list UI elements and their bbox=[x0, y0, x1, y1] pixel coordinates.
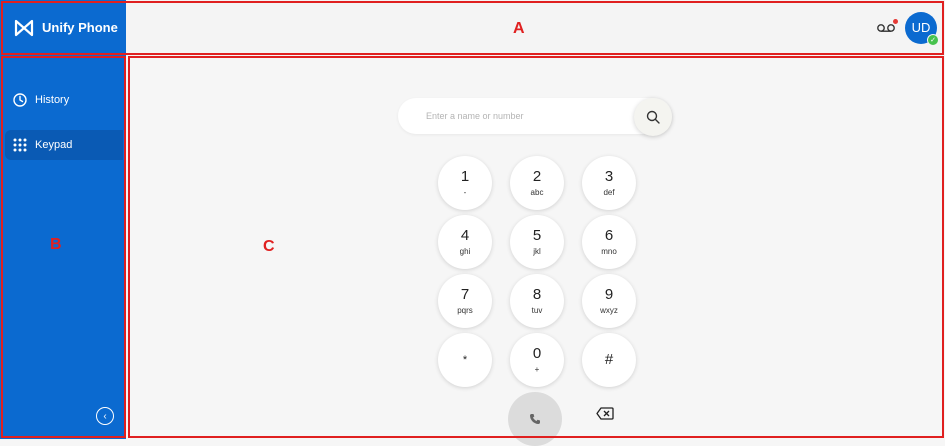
key-0[interactable]: 0 + bbox=[510, 333, 564, 387]
key-letters: def bbox=[603, 188, 615, 197]
key-digit: 9 bbox=[604, 286, 614, 303]
key-6[interactable]: 6 mno bbox=[582, 215, 636, 269]
call-button[interactable] bbox=[508, 392, 562, 446]
key-letters: mno bbox=[601, 247, 617, 256]
key-star[interactable]: * bbox=[438, 333, 492, 387]
key-letters: + bbox=[534, 365, 540, 374]
brand[interactable]: Unify Phone bbox=[0, 0, 126, 55]
key-4[interactable]: 4 ghi bbox=[438, 215, 492, 269]
sidebar-item-label: Keypad bbox=[35, 139, 73, 151]
main-content: 1 - 2 abc 3 def 4 ghi 5 jkl 6 mno 7 pqrs… bbox=[126, 55, 945, 446]
annotation-label-a: A bbox=[513, 20, 525, 37]
key-letters: pqrs bbox=[457, 306, 473, 315]
key-7[interactable]: 7 pqrs bbox=[438, 274, 492, 328]
key-digit: # bbox=[604, 351, 614, 368]
notification-dot bbox=[893, 18, 898, 24]
sidebar-item-history[interactable]: History bbox=[5, 85, 123, 115]
avatar[interactable]: UD ✓ bbox=[905, 11, 939, 46]
key-digit: 2 bbox=[532, 168, 542, 185]
dialpad-icon bbox=[13, 138, 27, 152]
search-button[interactable] bbox=[634, 98, 672, 136]
key-digit: 1 bbox=[460, 168, 470, 185]
presence-check-icon: ✓ bbox=[927, 33, 939, 46]
key-digit: 3 bbox=[604, 168, 614, 185]
search-bar bbox=[398, 98, 672, 136]
key-letters: ghi bbox=[459, 247, 471, 256]
key-letters: wxyz bbox=[600, 306, 618, 315]
key-digit: * bbox=[462, 354, 468, 366]
key-8[interactable]: 8 tuv bbox=[510, 274, 564, 328]
sidebar: History Keypad ‹ bbox=[0, 55, 126, 439]
annotation-label-c: C bbox=[263, 238, 275, 255]
key-2[interactable]: 2 abc bbox=[510, 156, 564, 210]
key-digit: 4 bbox=[460, 227, 470, 244]
key-digit: 7 bbox=[460, 286, 470, 303]
brand-name: Unify Phone bbox=[42, 20, 118, 35]
key-digit: 5 bbox=[532, 227, 542, 244]
backspace-button[interactable] bbox=[596, 406, 614, 420]
collapse-sidebar-button[interactable]: ‹ bbox=[96, 407, 114, 425]
key-digit: 0 bbox=[532, 345, 542, 362]
key-letters: jkl bbox=[533, 247, 541, 256]
clock-icon bbox=[13, 93, 27, 107]
phone-icon bbox=[530, 414, 540, 424]
key-9[interactable]: 9 wxyz bbox=[582, 274, 636, 328]
backspace-icon bbox=[596, 406, 614, 420]
top-header: Unify Phone UD ✓ bbox=[0, 0, 945, 55]
key-letters: abc bbox=[530, 188, 544, 197]
chevron-left-icon: ‹ bbox=[103, 410, 107, 422]
sidebar-item-label: History bbox=[35, 94, 70, 106]
key-1[interactable]: 1 - bbox=[438, 156, 492, 210]
key-hash[interactable]: # bbox=[582, 333, 636, 387]
key-3[interactable]: 3 def bbox=[582, 156, 636, 210]
unify-logo-icon bbox=[14, 19, 34, 36]
key-5[interactable]: 5 jkl bbox=[510, 215, 564, 269]
avatar-initials: UD bbox=[911, 20, 931, 35]
key-letters: tuv bbox=[531, 306, 543, 315]
key-digit: 6 bbox=[604, 227, 614, 244]
annotation-label-b: B bbox=[50, 236, 62, 253]
search-input[interactable] bbox=[424, 110, 628, 122]
key-digit: 8 bbox=[532, 286, 542, 303]
search-icon bbox=[646, 110, 660, 124]
key-letters: - bbox=[463, 188, 467, 197]
sidebar-item-keypad[interactable]: Keypad bbox=[5, 130, 123, 160]
voicemail-icon[interactable] bbox=[877, 18, 898, 35]
